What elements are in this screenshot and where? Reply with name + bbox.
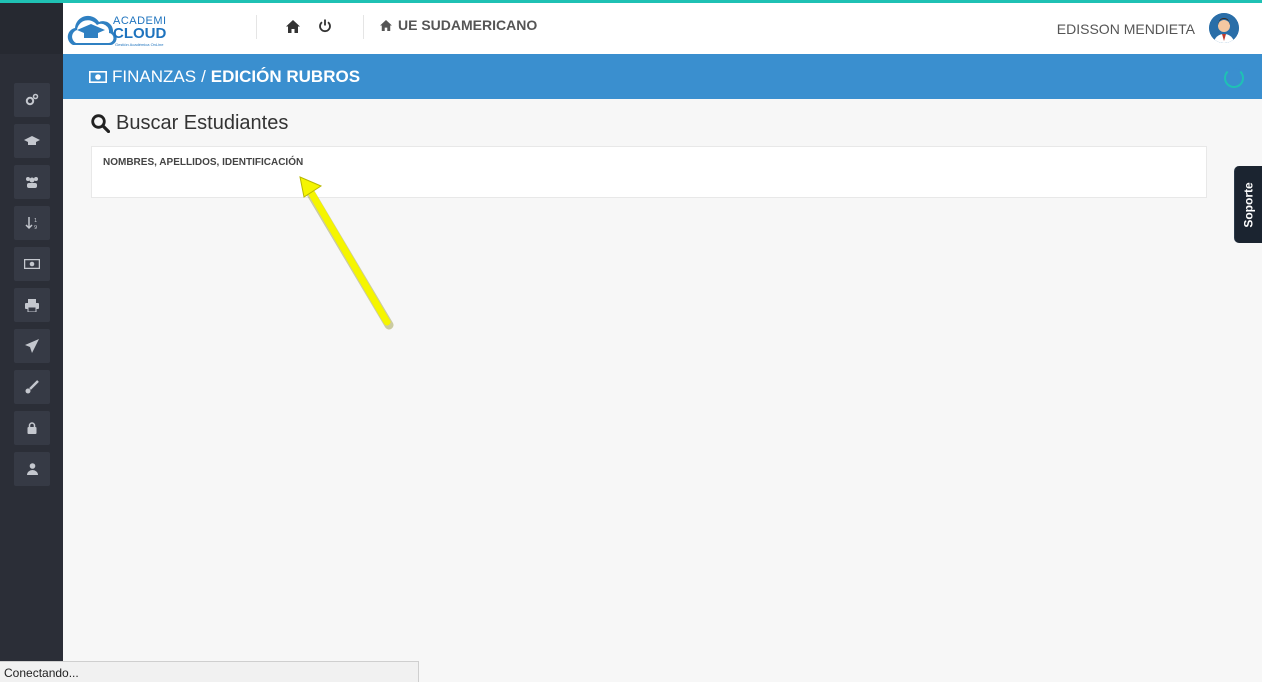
money-icon (89, 71, 107, 83)
sidebar: 19 (0, 0, 63, 682)
sidebar-item-sort[interactable]: 19 (14, 206, 50, 240)
search-field-label: NOMBRES, APELLIDOS, IDENTIFICACIÓN (103, 157, 304, 168)
sidebar-item-print[interactable] (14, 288, 50, 322)
power-icon (319, 19, 331, 33)
sidebar-item-academic[interactable] (14, 124, 50, 158)
breadcrumb-section[interactable]: FINANZAS (112, 67, 196, 87)
sidebar-item-finance[interactable] (14, 247, 50, 281)
header-divider (363, 15, 364, 39)
gears-icon (25, 93, 39, 106)
money-icon (24, 259, 40, 269)
paper-plane-icon (25, 339, 39, 353)
sidebar-item-design[interactable] (14, 370, 50, 404)
page-header-bar: FINANZAS / EDICIÓN RUBROS (63, 54, 1262, 99)
user-name[interactable]: EDISSON MENDIETA (1057, 21, 1195, 37)
sidebar-top (0, 3, 63, 54)
home-button[interactable] (285, 18, 301, 34)
logo-subtitle: Gestión Académica OnLine (115, 42, 164, 47)
app-logo[interactable]: ACADEMI CLOUD Gestión Académica OnLine (63, 7, 183, 51)
sidebar-item-users[interactable] (14, 165, 50, 199)
avatar[interactable] (1209, 13, 1239, 43)
print-icon (25, 298, 39, 312)
support-tab-label: Soporte (1241, 181, 1256, 228)
page-title: EDICIÓN RUBROS (210, 67, 361, 86)
school-name-label: UE SUDAMERICANO (398, 17, 538, 33)
search-title-text: Buscar Estudiantes (116, 112, 289, 134)
paint-brush-icon (25, 380, 39, 394)
svg-text:1: 1 (34, 218, 37, 224)
search-panel: NOMBRES, APELLIDOS, IDENTIFICACIÓN (91, 146, 1207, 198)
search-section-title: Buscar Estudiantes (91, 112, 288, 135)
institution-icon (380, 19, 392, 31)
sort-numeric-icon: 19 (25, 217, 37, 230)
breadcrumb-separator: / (201, 67, 206, 86)
logo-text-cloud: CLOUD (113, 25, 167, 42)
annotation-arrow (299, 176, 394, 330)
header-divider (256, 15, 257, 39)
support-tab[interactable]: Soporte (1234, 166, 1262, 243)
svg-text:9: 9 (34, 225, 37, 230)
sidebar-item-profile[interactable] (14, 452, 50, 486)
top-header: ACADEMI CLOUD Gestión Académica OnLine U… (63, 3, 1262, 54)
sidebar-item-security[interactable] (14, 411, 50, 445)
sidebar-item-send[interactable] (14, 329, 50, 363)
loading-spinner-icon (1224, 68, 1244, 88)
search-icon (91, 114, 110, 133)
browser-status-bar: Conectando... (0, 661, 419, 682)
home-icon (286, 19, 300, 33)
user-icon (26, 463, 38, 475)
student-search-input[interactable] (103, 173, 1193, 193)
user-avatar-icon (1209, 13, 1239, 43)
breadcrumb: FINANZAS / EDICIÓN RUBROS (89, 67, 360, 87)
users-icon (26, 177, 38, 188)
sidebar-item-config[interactable] (14, 83, 50, 117)
lock-icon (27, 422, 37, 434)
school-name[interactable]: UE SUDAMERICANO (380, 17, 537, 33)
graduation-cap-icon (24, 136, 40, 145)
logout-button[interactable] (317, 18, 333, 34)
